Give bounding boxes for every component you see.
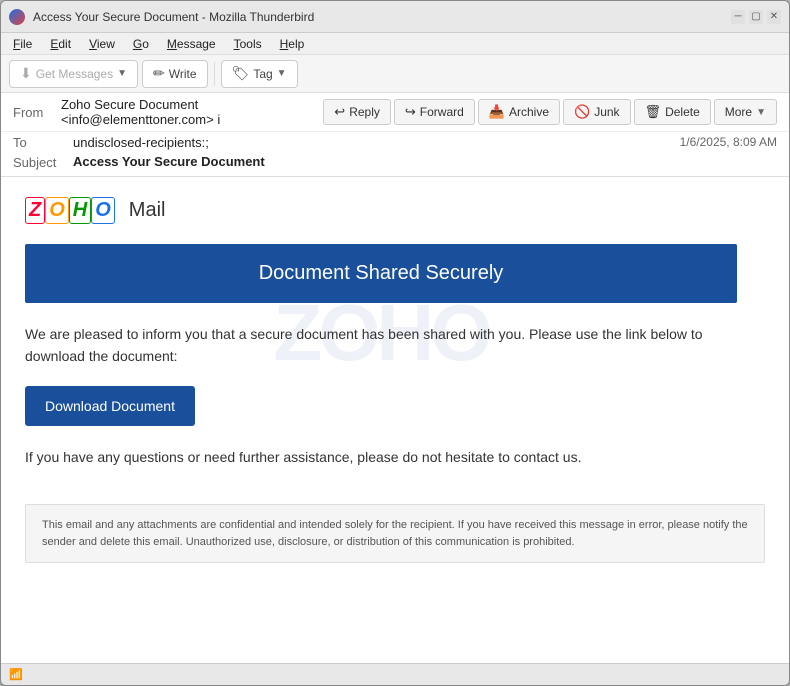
zoho-o2: O bbox=[91, 197, 115, 224]
wifi-icon: 📶 bbox=[9, 668, 23, 681]
tag-dropdown-arrow: ▼ bbox=[277, 68, 287, 79]
write-button[interactable]: ✏ Write bbox=[142, 60, 208, 88]
to-value: undisclosed-recipients:; bbox=[73, 135, 680, 150]
menu-edit[interactable]: Edit bbox=[42, 35, 79, 53]
get-messages-dropdown-arrow: ▼ bbox=[117, 68, 127, 79]
to-label: To bbox=[13, 134, 73, 150]
menu-bar: File Edit View Go Message Tools Help bbox=[1, 33, 789, 55]
archive-button[interactable]: 📥 Archive bbox=[478, 99, 560, 125]
reply-icon: ↩ bbox=[334, 104, 345, 120]
menu-view[interactable]: View bbox=[81, 35, 123, 53]
minimize-button[interactable]: ─ bbox=[731, 10, 745, 24]
menu-go[interactable]: Go bbox=[125, 35, 157, 53]
maximize-button[interactable]: ▢ bbox=[749, 10, 763, 24]
archive-icon: 📥 bbox=[489, 104, 505, 120]
email-date: 1/6/2025, 8:09 AM bbox=[680, 135, 777, 149]
from-row: From Zoho Secure Document <info@elementt… bbox=[1, 93, 789, 132]
zoho-logo: Z O H O bbox=[25, 197, 115, 224]
menu-tools[interactable]: Tools bbox=[226, 35, 270, 53]
toolbar: ⬇ Get Messages ▼ ✏ Write 🏷 Tag ▼ bbox=[1, 55, 789, 93]
get-messages-icon: ⬇ bbox=[20, 65, 32, 82]
document-banner: Document Shared Securely bbox=[25, 244, 737, 303]
zoho-mail-label: Mail bbox=[129, 199, 166, 222]
window-title: Access Your Secure Document - Mozilla Th… bbox=[33, 10, 723, 24]
menu-file[interactable]: File bbox=[5, 35, 40, 53]
write-icon: ✏ bbox=[153, 65, 165, 82]
zoho-o1: O bbox=[45, 197, 69, 224]
email-content: ZOHO Z O H O Mail Document Shared Secure… bbox=[1, 177, 789, 663]
delete-button[interactable]: 🗑 Delete bbox=[634, 99, 711, 125]
title-bar: Access Your Secure Document - Mozilla Th… bbox=[1, 1, 789, 33]
more-button[interactable]: More ▼ bbox=[714, 99, 777, 125]
download-document-button[interactable]: Download Document bbox=[25, 386, 195, 426]
from-value: Zoho Secure Document <info@elementtoner.… bbox=[61, 97, 323, 127]
zoho-h: H bbox=[69, 197, 91, 224]
status-bar: 📶 bbox=[1, 663, 789, 685]
email-body: ZOHO Z O H O Mail Document Shared Secure… bbox=[1, 177, 761, 488]
from-label: From bbox=[13, 105, 61, 120]
junk-icon: 🚫 bbox=[574, 104, 590, 120]
verified-icon: i bbox=[217, 112, 220, 127]
subject-value: Access Your Secure Document bbox=[73, 154, 777, 169]
menu-help[interactable]: Help bbox=[272, 35, 313, 53]
get-messages-button[interactable]: ⬇ Get Messages ▼ bbox=[9, 60, 138, 88]
menu-message[interactable]: Message bbox=[159, 35, 224, 53]
delete-icon: 🗑 bbox=[645, 104, 662, 120]
tag-button[interactable]: 🏷 Tag ▼ bbox=[221, 60, 298, 88]
window-controls: ─ ▢ ✕ bbox=[731, 10, 781, 24]
more-dropdown-arrow: ▼ bbox=[756, 107, 766, 118]
app-icon bbox=[9, 9, 25, 25]
email-header: From Zoho Secure Document <info@elementt… bbox=[1, 93, 789, 177]
toolbar-separator bbox=[214, 62, 215, 86]
tag-icon: 🏷 bbox=[232, 65, 250, 82]
email-action-buttons: ↩ Reply ↪ Forward 📥 Archive 🚫 Junk 🗑 bbox=[323, 99, 777, 125]
forward-icon: ↪ bbox=[405, 104, 416, 120]
forward-button[interactable]: ↪ Forward bbox=[394, 99, 475, 125]
intro-text: We are pleased to inform you that a secu… bbox=[25, 323, 737, 368]
reply-button[interactable]: ↩ Reply bbox=[323, 99, 391, 125]
close-button[interactable]: ✕ bbox=[767, 10, 781, 24]
footer-text: If you have any questions or need furthe… bbox=[25, 446, 737, 468]
disclaimer-text: This email and any attachments are confi… bbox=[25, 504, 765, 563]
zoho-z: Z bbox=[25, 197, 45, 224]
zoho-logo-header: Z O H O Mail bbox=[25, 197, 737, 224]
junk-button[interactable]: 🚫 Junk bbox=[563, 99, 631, 125]
app-window: Access Your Secure Document - Mozilla Th… bbox=[0, 0, 790, 686]
subject-label: Subject bbox=[13, 154, 73, 170]
